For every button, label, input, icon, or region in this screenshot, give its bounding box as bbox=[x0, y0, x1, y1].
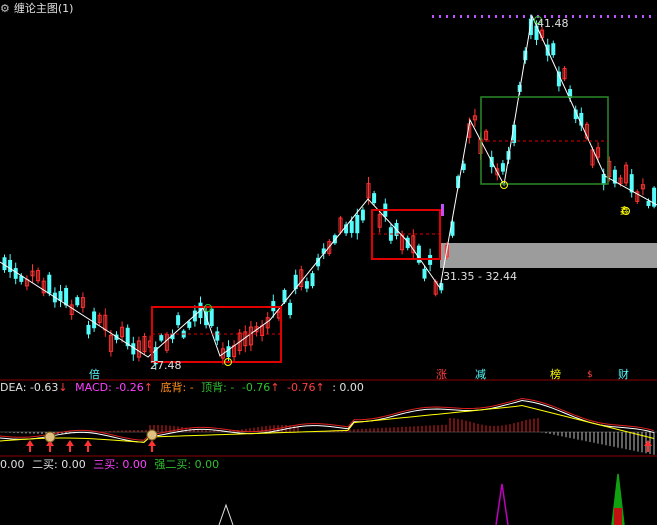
box-marker-label: 鑫 bbox=[620, 206, 629, 218]
dingbei-label: 顶背: - bbox=[201, 381, 234, 394]
macd-value-2: -0.76 bbox=[287, 381, 315, 394]
candle-body bbox=[48, 275, 51, 293]
coin-icon bbox=[45, 432, 55, 442]
candle-body bbox=[210, 309, 213, 325]
top-marker-dot bbox=[607, 15, 609, 18]
main-panel-header: ⚙ 缠论主图(1) bbox=[0, 2, 77, 16]
candle-body bbox=[552, 44, 555, 55]
dibei-label: 底背: - bbox=[161, 381, 194, 394]
macd-zero-label: : 0.00 bbox=[332, 381, 364, 394]
buy-arrow-icon bbox=[66, 440, 74, 452]
top-marker-dot bbox=[439, 15, 441, 18]
macd-panel-header: DEA: -0.63↓ MACD: -0.26↑ 底背: - 顶背: - -0.… bbox=[0, 381, 368, 395]
candle-body bbox=[76, 298, 79, 305]
buy-arrow-icon bbox=[26, 440, 34, 452]
down-arrow-icon: ↓ bbox=[58, 381, 67, 394]
top-marker-dot bbox=[621, 15, 623, 18]
candle-body bbox=[356, 215, 359, 232]
top-marker-dot bbox=[572, 15, 574, 18]
top-marker-dot bbox=[432, 15, 434, 18]
macd-value-1: -0.76 bbox=[242, 381, 270, 394]
signal-bei: 倍 bbox=[89, 369, 100, 381]
top-marker-dot bbox=[446, 15, 448, 18]
up-arrow-icon: ↑ bbox=[270, 381, 279, 394]
top-marker-dot bbox=[649, 15, 651, 18]
gap-band bbox=[440, 243, 657, 268]
dea-label: DEA: -0.63 bbox=[0, 381, 58, 394]
top-marker-dot bbox=[579, 15, 581, 18]
top-marker-dot bbox=[502, 15, 504, 18]
candle-body bbox=[177, 316, 180, 325]
up-arrow-icon: ↑ bbox=[144, 381, 153, 394]
top-marker-dot bbox=[628, 15, 630, 18]
second-buy-label: 二买: 0.00 bbox=[32, 458, 86, 471]
candle-body bbox=[188, 322, 191, 327]
candle-body bbox=[216, 332, 219, 340]
top-marker-dot bbox=[586, 15, 588, 18]
candle-body bbox=[87, 325, 90, 334]
candle-body bbox=[361, 210, 364, 220]
macd-label: MACD: -0.26 bbox=[75, 381, 144, 394]
dif-line bbox=[0, 401, 654, 443]
gap-range-label: 31.35 - 32.44 bbox=[443, 271, 517, 283]
candle-body bbox=[462, 164, 465, 169]
buy-panel-header: 0.00 二买: 0.00 三买: 0.00 强二买: 0.00 bbox=[0, 458, 223, 472]
candle-body bbox=[59, 292, 62, 301]
candle-body bbox=[93, 312, 96, 328]
price-low-label: 27.48 bbox=[150, 360, 182, 372]
up-arrow-icon: ↑ bbox=[316, 381, 325, 394]
top-marker-dot bbox=[509, 15, 511, 18]
top-marker-dot bbox=[516, 15, 518, 18]
top-marker-dot bbox=[593, 15, 595, 18]
top-marker-dot bbox=[441, 204, 444, 216]
top-marker-dot bbox=[614, 15, 616, 18]
top-marker-dot bbox=[467, 15, 469, 18]
buy-signal-bar bbox=[614, 508, 622, 525]
signal-jian: 减 bbox=[475, 369, 486, 381]
buy-arrow-icon bbox=[84, 440, 92, 452]
top-marker-dot bbox=[488, 15, 490, 18]
top-marker-dot bbox=[495, 15, 497, 18]
candle-body bbox=[647, 201, 650, 205]
buy-signal-spike bbox=[219, 505, 233, 525]
candle-body bbox=[20, 276, 23, 281]
candle-body bbox=[501, 164, 504, 171]
gear-icon[interactable]: ⚙ bbox=[0, 2, 10, 15]
strong-second-buy-label: 强二买: 0.00 bbox=[154, 458, 219, 471]
candle-body bbox=[423, 269, 426, 278]
candle-body bbox=[373, 194, 376, 203]
candle-body bbox=[227, 347, 230, 357]
signal-zhang: 涨 bbox=[436, 369, 447, 381]
signal-cai: 财 bbox=[618, 369, 629, 381]
chart-canvas[interactable] bbox=[0, 0, 657, 525]
signal-bang: 榜 bbox=[550, 369, 561, 381]
top-marker-dot bbox=[453, 15, 455, 18]
first-buy-value: 0.00 bbox=[0, 458, 25, 471]
top-marker-dot bbox=[523, 15, 525, 18]
candle-body bbox=[311, 274, 314, 286]
top-marker-dot bbox=[474, 15, 476, 18]
coin-icon bbox=[147, 430, 157, 440]
price-high-label: 41.48 bbox=[537, 18, 569, 30]
candle-body bbox=[630, 175, 633, 192]
top-marker-dot bbox=[481, 15, 483, 18]
candle-body bbox=[160, 336, 163, 341]
top-marker-dot bbox=[642, 15, 644, 18]
candle-body bbox=[65, 288, 68, 304]
chart-window: ⚙ 缠论主图(1) 27.48 41.48 31.35 - 32.44 鑫 倍 涨… bbox=[0, 0, 657, 525]
candle-body bbox=[305, 282, 308, 288]
candle-body bbox=[350, 222, 353, 233]
main-panel-title: 缠论主图(1) bbox=[14, 2, 74, 15]
candle-body bbox=[9, 260, 12, 271]
candle-body bbox=[14, 269, 17, 279]
top-marker-dot bbox=[460, 15, 462, 18]
buy-arrow-icon bbox=[148, 440, 156, 452]
signal-money-icon: $ bbox=[587, 369, 593, 381]
top-marker-dot bbox=[600, 15, 602, 18]
top-marker-dot bbox=[635, 15, 637, 18]
buy-arrow-icon bbox=[644, 440, 652, 452]
candle-body bbox=[289, 303, 292, 314]
buy-signal-spike bbox=[496, 484, 508, 525]
third-buy-label: 三买: 0.00 bbox=[93, 458, 147, 471]
